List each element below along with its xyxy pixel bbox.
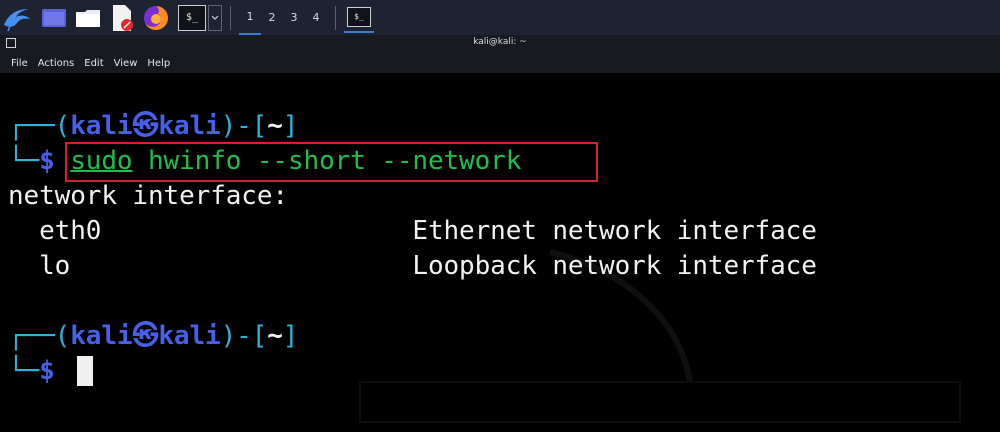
- workspace-1[interactable]: 1: [239, 0, 261, 35]
- panel-divider: [230, 5, 231, 30]
- prompt-line-2: ┌──(kali㉿kali)-[~]: [8, 321, 299, 351]
- prompt-host: kali: [158, 321, 221, 351]
- menu-help[interactable]: Help: [147, 58, 170, 69]
- prompt-user: kali: [70, 111, 133, 141]
- input-line[interactable]: └─$: [8, 356, 70, 386]
- files-icon[interactable]: [40, 4, 68, 32]
- prompt-host: kali: [158, 111, 221, 141]
- text-editor-icon[interactable]: [108, 4, 136, 32]
- kali-dragon-icon[interactable]: [0, 1, 34, 35]
- window-title: kali@kali: ~: [473, 37, 527, 47]
- menu-file[interactable]: File: [11, 58, 28, 69]
- command-highlight-box: [65, 142, 598, 182]
- menu-edit[interactable]: Edit: [84, 58, 103, 69]
- workspace-4[interactable]: 4: [305, 0, 327, 35]
- chevron-down-icon[interactable]: [208, 4, 222, 31]
- panel-divider: [335, 5, 336, 30]
- prompt-dir: ~: [267, 111, 283, 141]
- workspace-3[interactable]: 3: [283, 0, 305, 35]
- prompt-line-1: ┌──(kali㉿kali)-[~]: [8, 111, 299, 141]
- terminal-area[interactable]: ┌──(kali㉿kali)-[~] └─$ sudo hwinfo --sho…: [0, 73, 1000, 432]
- output-line: lo Loopback network interface: [8, 251, 817, 281]
- menu-view[interactable]: View: [114, 58, 138, 69]
- window-titlebar[interactable]: kali@kali: ~: [0, 35, 1000, 53]
- output-line: eth0 Ethernet network interface: [8, 216, 817, 246]
- menu-bar: File Actions Edit View Help: [0, 53, 1000, 73]
- output-line: network interface:: [8, 181, 288, 211]
- terminal-icon: $_: [354, 12, 364, 21]
- menu-actions[interactable]: Actions: [38, 58, 75, 69]
- workspace-2[interactable]: 2: [261, 0, 283, 35]
- prompt-user: kali: [70, 321, 133, 351]
- folder-icon[interactable]: [74, 4, 102, 32]
- firefox-icon[interactable]: [142, 4, 170, 32]
- prompt-dir: ~: [267, 321, 283, 351]
- text-cursor: [77, 356, 93, 386]
- terminal-icon[interactable]: $_: [178, 4, 206, 31]
- top-panel: $_ 1 2 3 4 $_: [0, 0, 1000, 35]
- terminal-task-button[interactable]: $_: [344, 3, 374, 33]
